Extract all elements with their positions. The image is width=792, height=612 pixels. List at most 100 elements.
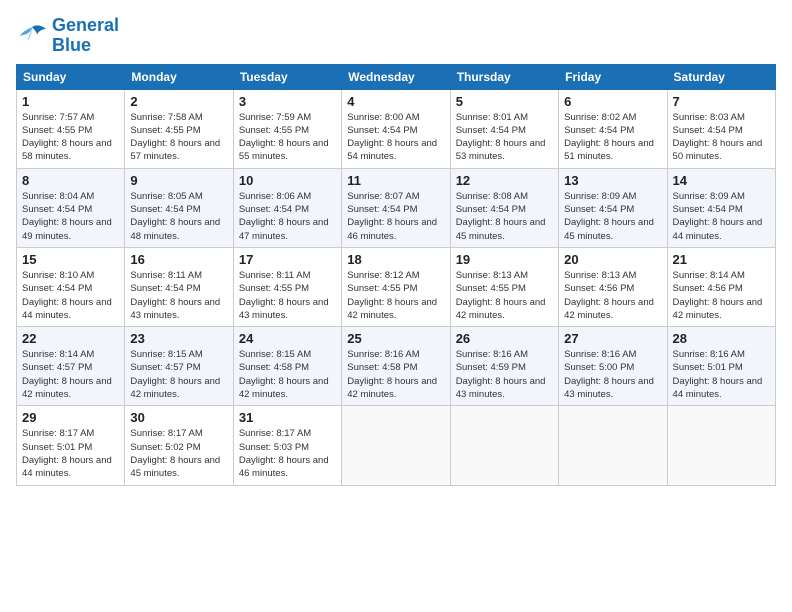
calendar-cell: 11 Sunrise: 8:07 AMSunset: 4:54 PMDaylig…: [342, 168, 450, 247]
day-info: Sunrise: 8:05 AMSunset: 4:54 PMDaylight:…: [130, 190, 227, 243]
day-number: 7: [673, 94, 770, 109]
day-info: Sunrise: 8:14 AMSunset: 4:56 PMDaylight:…: [673, 269, 770, 322]
day-number: 25: [347, 331, 444, 346]
day-info: Sunrise: 8:11 AMSunset: 4:54 PMDaylight:…: [130, 269, 227, 322]
day-number: 21: [673, 252, 770, 267]
day-info: Sunrise: 7:58 AMSunset: 4:55 PMDaylight:…: [130, 111, 227, 164]
weekday-header-tuesday: Tuesday: [233, 64, 341, 89]
calendar-cell: 8 Sunrise: 8:04 AMSunset: 4:54 PMDayligh…: [17, 168, 125, 247]
calendar-week-5: 29 Sunrise: 8:17 AMSunset: 5:01 PMDaylig…: [17, 406, 776, 485]
weekday-header-friday: Friday: [559, 64, 667, 89]
calendar-cell: 6 Sunrise: 8:02 AMSunset: 4:54 PMDayligh…: [559, 89, 667, 168]
weekday-header-saturday: Saturday: [667, 64, 775, 89]
calendar-cell: 9 Sunrise: 8:05 AMSunset: 4:54 PMDayligh…: [125, 168, 233, 247]
weekday-header-sunday: Sunday: [17, 64, 125, 89]
day-number: 16: [130, 252, 227, 267]
logo-text: General Blue: [52, 16, 119, 56]
weekday-header-monday: Monday: [125, 64, 233, 89]
calendar-cell: [450, 406, 558, 485]
day-info: Sunrise: 8:16 AMSunset: 5:00 PMDaylight:…: [564, 348, 661, 401]
day-info: Sunrise: 8:17 AMSunset: 5:01 PMDaylight:…: [22, 427, 119, 480]
calendar-cell: 26 Sunrise: 8:16 AMSunset: 4:59 PMDaylig…: [450, 327, 558, 406]
day-info: Sunrise: 8:03 AMSunset: 4:54 PMDaylight:…: [673, 111, 770, 164]
page-header: General Blue: [16, 16, 776, 56]
logo-icon: [16, 22, 48, 50]
day-info: Sunrise: 8:10 AMSunset: 4:54 PMDaylight:…: [22, 269, 119, 322]
day-info: Sunrise: 8:12 AMSunset: 4:55 PMDaylight:…: [347, 269, 444, 322]
day-number: 4: [347, 94, 444, 109]
day-number: 14: [673, 173, 770, 188]
calendar-cell: 1 Sunrise: 7:57 AMSunset: 4:55 PMDayligh…: [17, 89, 125, 168]
day-info: Sunrise: 8:13 AMSunset: 4:56 PMDaylight:…: [564, 269, 661, 322]
day-number: 20: [564, 252, 661, 267]
day-info: Sunrise: 8:09 AMSunset: 4:54 PMDaylight:…: [564, 190, 661, 243]
calendar-cell: 31 Sunrise: 8:17 AMSunset: 5:03 PMDaylig…: [233, 406, 341, 485]
day-info: Sunrise: 8:08 AMSunset: 4:54 PMDaylight:…: [456, 190, 553, 243]
calendar-cell: 7 Sunrise: 8:03 AMSunset: 4:54 PMDayligh…: [667, 89, 775, 168]
day-number: 15: [22, 252, 119, 267]
calendar-cell: 5 Sunrise: 8:01 AMSunset: 4:54 PMDayligh…: [450, 89, 558, 168]
day-number: 1: [22, 94, 119, 109]
calendar-cell: 12 Sunrise: 8:08 AMSunset: 4:54 PMDaylig…: [450, 168, 558, 247]
calendar-cell: 13 Sunrise: 8:09 AMSunset: 4:54 PMDaylig…: [559, 168, 667, 247]
calendar-cell: 28 Sunrise: 8:16 AMSunset: 5:01 PMDaylig…: [667, 327, 775, 406]
calendar-cell: 30 Sunrise: 8:17 AMSunset: 5:02 PMDaylig…: [125, 406, 233, 485]
day-info: Sunrise: 8:16 AMSunset: 4:58 PMDaylight:…: [347, 348, 444, 401]
day-number: 5: [456, 94, 553, 109]
day-info: Sunrise: 8:04 AMSunset: 4:54 PMDaylight:…: [22, 190, 119, 243]
day-info: Sunrise: 8:01 AMSunset: 4:54 PMDaylight:…: [456, 111, 553, 164]
day-number: 11: [347, 173, 444, 188]
calendar-week-2: 8 Sunrise: 8:04 AMSunset: 4:54 PMDayligh…: [17, 168, 776, 247]
weekday-header-wednesday: Wednesday: [342, 64, 450, 89]
calendar-cell: 29 Sunrise: 8:17 AMSunset: 5:01 PMDaylig…: [17, 406, 125, 485]
calendar-cell: 4 Sunrise: 8:00 AMSunset: 4:54 PMDayligh…: [342, 89, 450, 168]
day-info: Sunrise: 8:17 AMSunset: 5:03 PMDaylight:…: [239, 427, 336, 480]
day-info: Sunrise: 8:15 AMSunset: 4:57 PMDaylight:…: [130, 348, 227, 401]
day-info: Sunrise: 7:57 AMSunset: 4:55 PMDaylight:…: [22, 111, 119, 164]
day-info: Sunrise: 8:14 AMSunset: 4:57 PMDaylight:…: [22, 348, 119, 401]
weekday-header-thursday: Thursday: [450, 64, 558, 89]
day-number: 27: [564, 331, 661, 346]
day-number: 23: [130, 331, 227, 346]
calendar-week-3: 15 Sunrise: 8:10 AMSunset: 4:54 PMDaylig…: [17, 247, 776, 326]
day-number: 2: [130, 94, 227, 109]
day-number: 3: [239, 94, 336, 109]
calendar-week-1: 1 Sunrise: 7:57 AMSunset: 4:55 PMDayligh…: [17, 89, 776, 168]
day-number: 18: [347, 252, 444, 267]
calendar-cell: [667, 406, 775, 485]
calendar-cell: 15 Sunrise: 8:10 AMSunset: 4:54 PMDaylig…: [17, 247, 125, 326]
calendar-cell: 25 Sunrise: 8:16 AMSunset: 4:58 PMDaylig…: [342, 327, 450, 406]
calendar-week-4: 22 Sunrise: 8:14 AMSunset: 4:57 PMDaylig…: [17, 327, 776, 406]
calendar-cell: 2 Sunrise: 7:58 AMSunset: 4:55 PMDayligh…: [125, 89, 233, 168]
calendar-cell: 18 Sunrise: 8:12 AMSunset: 4:55 PMDaylig…: [342, 247, 450, 326]
day-number: 28: [673, 331, 770, 346]
day-number: 22: [22, 331, 119, 346]
day-number: 12: [456, 173, 553, 188]
calendar-cell: 24 Sunrise: 8:15 AMSunset: 4:58 PMDaylig…: [233, 327, 341, 406]
day-number: 8: [22, 173, 119, 188]
logo: General Blue: [16, 16, 119, 56]
day-info: Sunrise: 8:00 AMSunset: 4:54 PMDaylight:…: [347, 111, 444, 164]
day-info: Sunrise: 8:11 AMSunset: 4:55 PMDaylight:…: [239, 269, 336, 322]
day-info: Sunrise: 8:17 AMSunset: 5:02 PMDaylight:…: [130, 427, 227, 480]
calendar-cell: 17 Sunrise: 8:11 AMSunset: 4:55 PMDaylig…: [233, 247, 341, 326]
day-number: 30: [130, 410, 227, 425]
day-info: Sunrise: 8:09 AMSunset: 4:54 PMDaylight:…: [673, 190, 770, 243]
day-info: Sunrise: 8:07 AMSunset: 4:54 PMDaylight:…: [347, 190, 444, 243]
day-number: 10: [239, 173, 336, 188]
day-info: Sunrise: 8:13 AMSunset: 4:55 PMDaylight:…: [456, 269, 553, 322]
day-number: 29: [22, 410, 119, 425]
day-info: Sunrise: 8:15 AMSunset: 4:58 PMDaylight:…: [239, 348, 336, 401]
calendar-cell: 14 Sunrise: 8:09 AMSunset: 4:54 PMDaylig…: [667, 168, 775, 247]
weekday-header-row: SundayMondayTuesdayWednesdayThursdayFrid…: [17, 64, 776, 89]
day-info: Sunrise: 8:06 AMSunset: 4:54 PMDaylight:…: [239, 190, 336, 243]
calendar-cell: 22 Sunrise: 8:14 AMSunset: 4:57 PMDaylig…: [17, 327, 125, 406]
day-number: 31: [239, 410, 336, 425]
calendar-cell: 21 Sunrise: 8:14 AMSunset: 4:56 PMDaylig…: [667, 247, 775, 326]
day-number: 6: [564, 94, 661, 109]
day-info: Sunrise: 7:59 AMSunset: 4:55 PMDaylight:…: [239, 111, 336, 164]
calendar-cell: 10 Sunrise: 8:06 AMSunset: 4:54 PMDaylig…: [233, 168, 341, 247]
calendar-cell: 20 Sunrise: 8:13 AMSunset: 4:56 PMDaylig…: [559, 247, 667, 326]
day-number: 19: [456, 252, 553, 267]
day-info: Sunrise: 8:16 AMSunset: 5:01 PMDaylight:…: [673, 348, 770, 401]
